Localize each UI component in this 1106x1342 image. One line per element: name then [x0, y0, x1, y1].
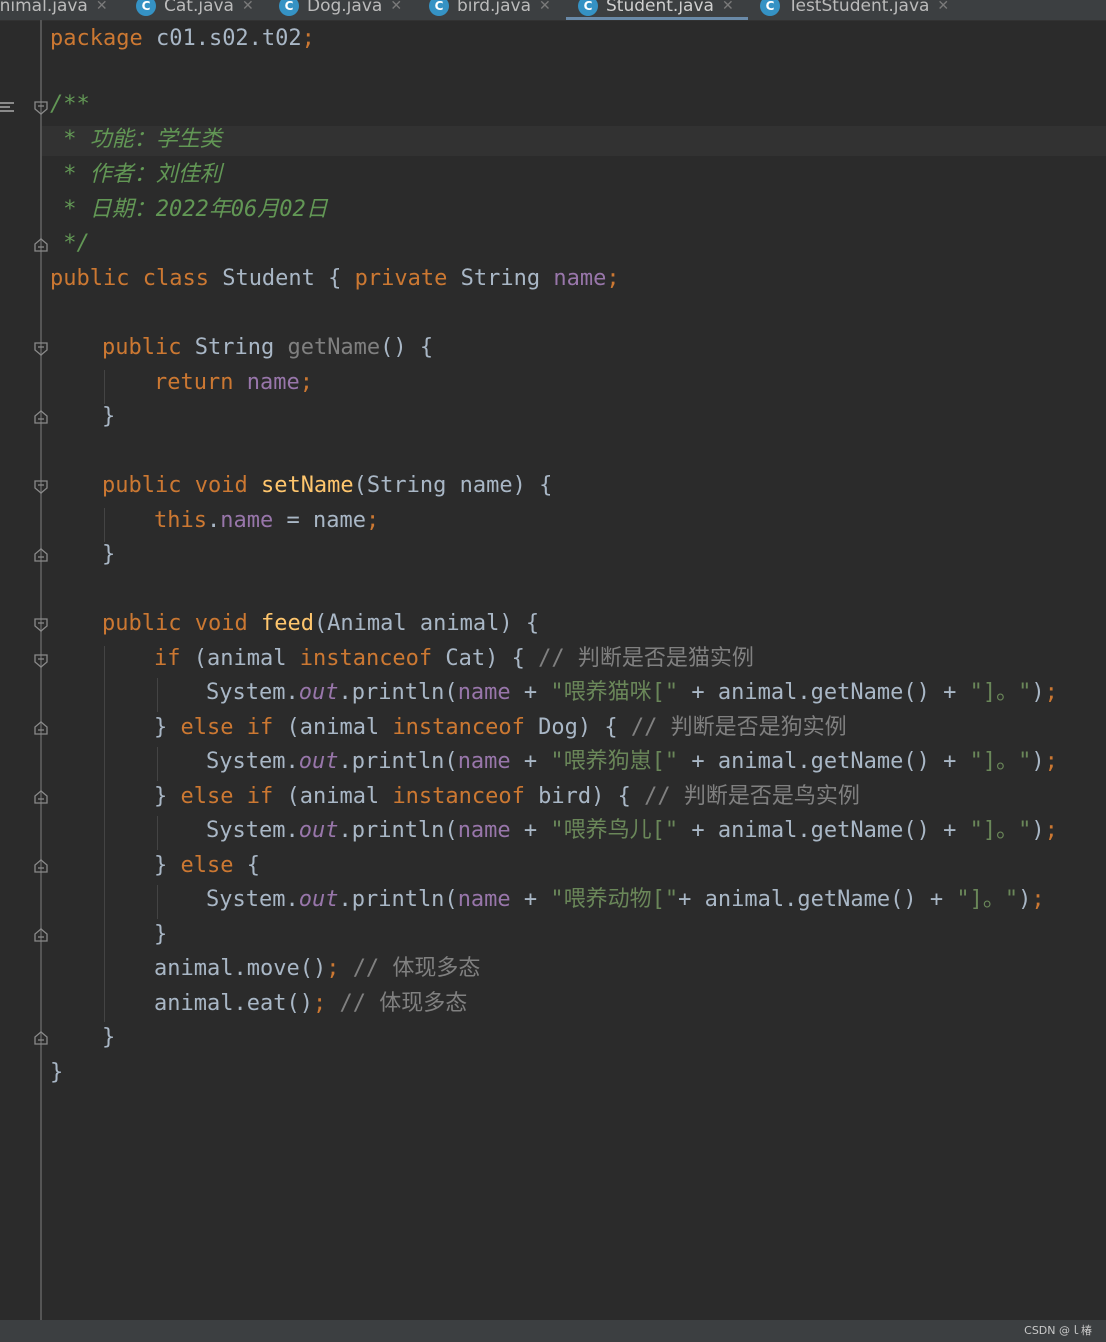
close-icon[interactable]: ✕: [539, 0, 551, 14]
tab-label: TestStudent.java: [788, 0, 930, 16]
fold-arrow-icon[interactable]: [34, 859, 48, 873]
tab-teststudent-java[interactable]: C TestStudent.java ✕: [760, 0, 949, 20]
fold-arrow-icon[interactable]: [34, 790, 48, 804]
tab-label: bird.java: [457, 0, 532, 16]
doc-comment-icon[interactable]: [0, 98, 16, 112]
editor-tab-bar: Animal.java ✕ C Cat.java ✕ C Dog.java ✕ …: [0, 0, 1106, 21]
indent-guide: [157, 678, 158, 712]
status-bar: [0, 1320, 1106, 1342]
code-line: animal.move(); // 体现多态: [154, 956, 481, 981]
tab-label: Animal.java: [0, 0, 88, 16]
code-line: System.out.println(name + "喂养鸟儿[" + anim…: [206, 818, 1058, 843]
tab-label: Student.java: [606, 0, 714, 16]
tab-dog-java[interactable]: C Dog.java ✕: [279, 0, 402, 20]
code-line: }: [154, 922, 168, 947]
active-tab-indicator: [566, 17, 748, 20]
code-line: }: [102, 1025, 116, 1050]
fold-arrow-icon[interactable]: [34, 1031, 48, 1045]
indent-guide: [157, 816, 158, 850]
code-line: public void setName(String name) {: [102, 473, 553, 498]
indent-guide: [104, 370, 105, 404]
code-line: } else if (animal instanceof Dog) { // 判…: [154, 715, 847, 740]
code-line: } else {: [154, 853, 260, 878]
close-icon[interactable]: ✕: [722, 0, 734, 14]
fold-arrow-icon[interactable]: [34, 618, 48, 632]
code-line: System.out.println(name + "喂养动物["+ anima…: [206, 887, 1045, 912]
fold-arrow-icon[interactable]: [34, 654, 48, 668]
code-line: if (animal instanceof Cat) { // 判断是否是猫实例: [154, 646, 754, 671]
code-line: animal.eat(); // 体现多态: [154, 991, 468, 1016]
tab-bird-java[interactable]: C bird.java ✕: [429, 0, 551, 20]
code-line: public void feed(Animal animal) {: [102, 611, 540, 636]
code-line: }: [102, 404, 116, 429]
code-line: System.out.println(name + "喂养狗崽[" + anim…: [206, 749, 1058, 774]
code-line: }: [102, 542, 116, 567]
java-class-icon: C: [136, 0, 156, 16]
java-class-icon: C: [760, 0, 780, 16]
tab-animal-java[interactable]: Animal.java ✕: [0, 0, 108, 20]
code-line: * 功能：学生类: [50, 127, 222, 152]
close-icon[interactable]: ✕: [242, 0, 254, 14]
fold-arrow-icon[interactable]: [34, 548, 48, 562]
code-line: } else if (animal instanceof bird) { // …: [154, 784, 860, 809]
fold-arrow-icon[interactable]: [34, 721, 48, 735]
close-icon[interactable]: ✕: [96, 0, 108, 14]
indent-guide: [104, 508, 105, 542]
code-line: */: [50, 231, 90, 256]
indent-guide: [157, 885, 158, 919]
code-line: /**: [50, 92, 90, 117]
code-line: return name;: [154, 370, 313, 395]
code-line: public String getName() {: [102, 335, 434, 360]
code-line: package c01.s02.t02;: [50, 26, 315, 51]
watermark: CSDN @ｌ椿: [1024, 1324, 1092, 1337]
fold-arrow-icon[interactable]: [34, 410, 48, 424]
close-icon[interactable]: ✕: [937, 0, 949, 14]
indent-guide: [104, 646, 105, 1022]
fold-arrow-icon[interactable]: [34, 101, 48, 115]
code-line: System.out.println(name + "喂养猫咪[" + anim…: [206, 680, 1058, 705]
code-line: * 日期：2022年06月02日: [50, 197, 328, 222]
tab-label: Dog.java: [307, 0, 383, 16]
gutter-separator: [40, 20, 42, 1320]
fold-arrow-icon[interactable]: [34, 928, 48, 942]
code-line: public class Student { private String na…: [50, 266, 620, 291]
code-line: * 作者：刘佳利: [50, 162, 222, 187]
java-class-icon: C: [578, 0, 598, 16]
java-class-icon: C: [279, 0, 299, 16]
java-class-icon: C: [429, 0, 449, 16]
fold-arrow-icon[interactable]: [34, 342, 48, 356]
indent-guide: [157, 747, 158, 781]
tab-label: Cat.java: [164, 0, 234, 16]
close-icon[interactable]: ✕: [390, 0, 402, 14]
tab-cat-java[interactable]: C Cat.java ✕: [136, 0, 254, 20]
fold-arrow-icon[interactable]: [34, 238, 48, 252]
code-line: this.name = name;: [154, 508, 380, 533]
fold-arrow-icon[interactable]: [34, 480, 48, 494]
code-line: }: [50, 1060, 64, 1085]
